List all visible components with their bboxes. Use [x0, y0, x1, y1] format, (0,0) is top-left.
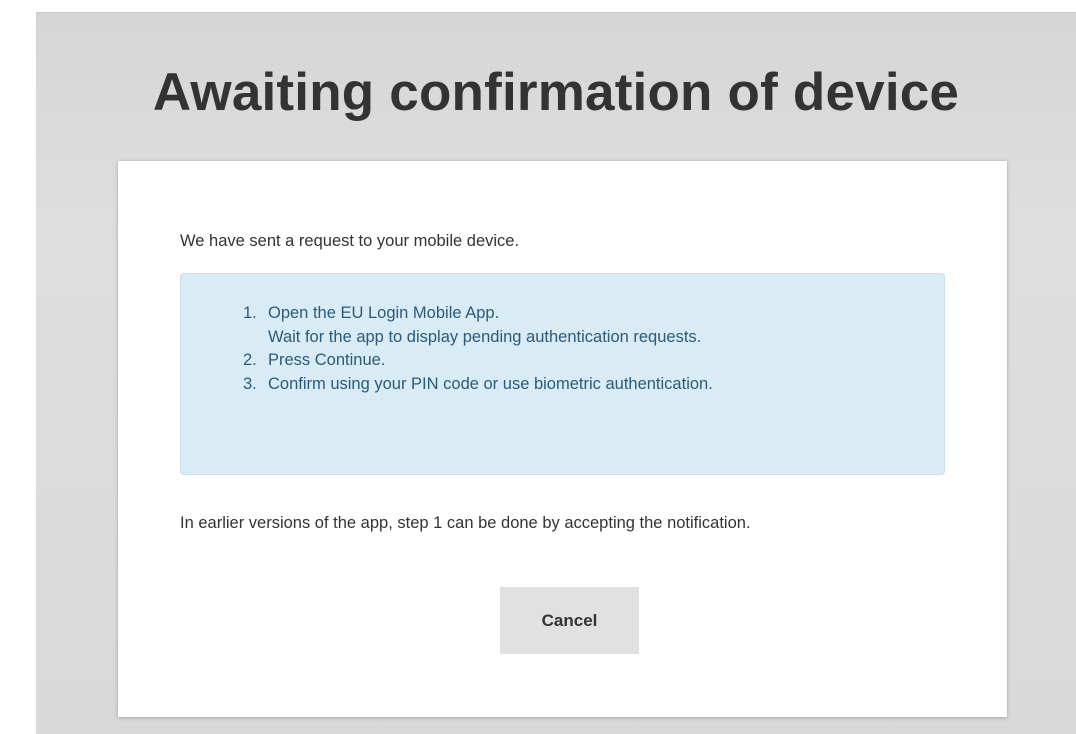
cancel-button[interactable]: Cancel	[500, 587, 639, 654]
page-title: Awaiting confirmation of device	[152, 63, 960, 122]
step-item: 2. Press Continue.	[243, 349, 713, 373]
step-subtext: Wait for the app to display pending auth…	[268, 327, 702, 346]
note-text: In earlier versions of the app, step 1 c…	[180, 514, 751, 532]
step-text: Press Continue.	[268, 351, 386, 369]
step-text: Open the EU Login Mobile App.	[268, 304, 500, 322]
intro-text: We have sent a request to your mobile de…	[180, 232, 520, 250]
confirmation-card: We have sent a request to your mobile de…	[118, 161, 1007, 717]
instructions-list: 1. Open the EU Login Mobile App. Wait fo…	[243, 302, 713, 396]
step-text: Confirm using your PIN code or use biome…	[268, 374, 713, 393]
instructions-box: 1. Open the EU Login Mobile App. Wait fo…	[180, 273, 945, 475]
step-item: 3. Confirm using your PIN code or use bi…	[243, 373, 713, 397]
step-number: 2.	[243, 351, 257, 369]
step-number: 3.	[243, 374, 257, 393]
page: Awaiting confirmation of device We have …	[0, 0, 1076, 734]
step-item: 1. Open the EU Login Mobile App. Wait fo…	[243, 302, 713, 349]
step-number: 1.	[243, 304, 257, 322]
